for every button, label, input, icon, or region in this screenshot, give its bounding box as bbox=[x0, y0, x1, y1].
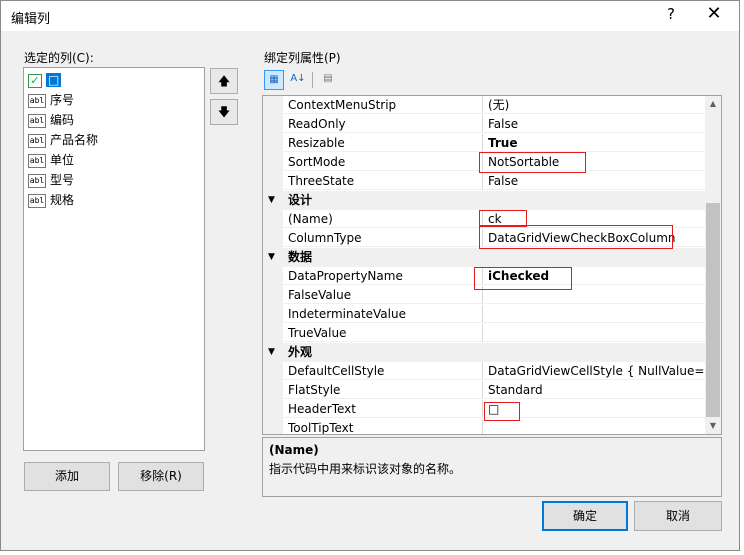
collapse-icon[interactable]: ▼ bbox=[268, 248, 275, 267]
list-item[interactable]: abl 型号 bbox=[28, 171, 74, 189]
property-description-panel: (Name) 指示代码中用来标识该对象的名称。 bbox=[262, 437, 722, 497]
help-icon[interactable]: ? bbox=[661, 5, 681, 27]
list-item-label: □ bbox=[46, 73, 62, 87]
list-item-label: 编码 bbox=[50, 113, 75, 127]
alphabetical-icon[interactable]: A↓ bbox=[288, 70, 308, 90]
property-grid-scrollbar[interactable]: ▲ ▼ bbox=[705, 96, 721, 434]
property-value[interactable] bbox=[484, 324, 706, 342]
list-item-label: 单位 bbox=[50, 153, 75, 167]
selected-columns-label: 选定的列(C): bbox=[24, 51, 94, 65]
property-name: FalseValue bbox=[283, 286, 483, 304]
edit-columns-dialog: 编辑列 ? ✕ 选定的列(C): ✓ □ abl 序号 abl 编码 abl 产品名称 … bbox=[0, 0, 740, 551]
list-item-label: 型号 bbox=[50, 173, 75, 187]
move-down-button[interactable]: 🡇 bbox=[210, 99, 238, 125]
text-column-icon: abl bbox=[28, 193, 46, 208]
property-name: (Name) bbox=[283, 210, 483, 228]
annotation-box bbox=[479, 225, 673, 249]
annotation-box bbox=[484, 402, 520, 421]
collapse-icon[interactable]: ▼ bbox=[268, 343, 275, 362]
property-row[interactable]: FlatStyle Standard bbox=[263, 381, 706, 400]
cancel-button[interactable]: 取消 bbox=[634, 501, 722, 531]
annotation-box bbox=[479, 152, 586, 173]
description-text: 指示代码中用来标识该对象的名称。 bbox=[269, 462, 462, 476]
property-name: ReadOnly bbox=[283, 115, 483, 133]
list-item-checkbox-column[interactable]: ✓ □ bbox=[28, 71, 62, 89]
list-item[interactable]: abl 单位 bbox=[28, 151, 74, 169]
property-grid[interactable]: ContextMenuStrip (无) ReadOnly False Resi… bbox=[262, 95, 722, 435]
property-row[interactable]: ThreeState False bbox=[263, 172, 706, 191]
category-design[interactable]: ▼ 设计 bbox=[263, 191, 706, 210]
text-column-icon: abl bbox=[28, 113, 46, 128]
scroll-down-icon[interactable]: ▼ bbox=[705, 418, 721, 434]
property-value[interactable]: False bbox=[484, 172, 706, 190]
property-name: ToolTipText bbox=[283, 419, 483, 434]
property-row[interactable]: IndeterminateValue bbox=[263, 305, 706, 324]
list-item-label: 序号 bbox=[50, 93, 75, 107]
categorized-icon[interactable]: ▦ bbox=[264, 70, 284, 90]
list-item[interactable]: abl 规格 bbox=[28, 191, 74, 209]
remove-button[interactable]: 移除(R) bbox=[118, 462, 204, 491]
checkbox-column-icon: ✓ bbox=[28, 73, 42, 88]
property-name: ContextMenuStrip bbox=[283, 96, 483, 114]
property-value[interactable]: True bbox=[484, 134, 706, 152]
property-name: FlatStyle bbox=[283, 381, 483, 399]
property-name: HeaderText bbox=[283, 400, 483, 418]
annotation-box bbox=[474, 267, 572, 290]
property-value[interactable]: DataGridViewCellStyle { NullValue=Fal bbox=[484, 362, 706, 380]
text-column-icon: abl bbox=[28, 153, 46, 168]
scroll-thumb[interactable] bbox=[706, 203, 720, 417]
text-column-icon: abl bbox=[28, 93, 46, 108]
description-title: (Name) bbox=[269, 443, 319, 457]
property-value[interactable]: False bbox=[484, 115, 706, 133]
title-bar: 编辑列 ? ✕ bbox=[1, 1, 739, 31]
property-name: ColumnType bbox=[283, 229, 483, 247]
list-item[interactable]: abl 产品名称 bbox=[28, 131, 98, 149]
window-title: 编辑列 bbox=[11, 12, 51, 27]
toolbar-separator bbox=[312, 72, 313, 88]
property-value[interactable]: (无) bbox=[484, 96, 706, 114]
scroll-up-icon[interactable]: ▲ bbox=[705, 96, 721, 112]
property-row[interactable]: TrueValue bbox=[263, 324, 706, 343]
category-data[interactable]: ▼ 数据 bbox=[263, 248, 706, 267]
category-label: 设计 bbox=[288, 193, 313, 207]
close-icon[interactable]: ✕ bbox=[701, 3, 727, 27]
text-column-icon: abl bbox=[28, 173, 46, 188]
ok-button[interactable]: 确定 bbox=[542, 501, 628, 531]
property-grid-toolbar: ▦ A↓ ▤ bbox=[262, 69, 722, 93]
property-value[interactable]: Standard bbox=[484, 381, 706, 399]
property-row[interactable]: ToolTipText bbox=[263, 419, 706, 434]
category-appearance[interactable]: ▼ 外观 bbox=[263, 343, 706, 362]
property-value[interactable] bbox=[484, 305, 706, 323]
property-name: DefaultCellStyle bbox=[283, 362, 483, 380]
category-label: 外观 bbox=[288, 345, 313, 359]
property-name: DataPropertyName bbox=[283, 267, 483, 285]
property-row[interactable]: ContextMenuStrip (无) bbox=[263, 96, 706, 115]
move-up-button[interactable]: 🡅 bbox=[210, 68, 238, 94]
property-row[interactable]: ReadOnly False bbox=[263, 115, 706, 134]
list-item-label: 产品名称 bbox=[50, 133, 99, 147]
property-name: ThreeState bbox=[283, 172, 483, 190]
list-item[interactable]: abl 序号 bbox=[28, 91, 74, 109]
list-item[interactable]: abl 编码 bbox=[28, 111, 74, 129]
arrow-up-icon: 🡅 bbox=[217, 74, 231, 88]
property-value[interactable] bbox=[484, 419, 706, 434]
text-column-icon: abl bbox=[28, 133, 46, 148]
bound-column-properties-label: 绑定列属性(P) bbox=[264, 51, 341, 65]
property-name: Resizable bbox=[283, 134, 483, 152]
add-button[interactable]: 添加 bbox=[24, 462, 110, 491]
property-name: SortMode bbox=[283, 153, 483, 171]
category-label: 数据 bbox=[288, 250, 313, 264]
selected-columns-list[interactable]: ✓ □ abl 序号 abl 编码 abl 产品名称 abl 单位 abl 型号 abl 规格 bbox=[23, 67, 205, 451]
property-row[interactable]: DefaultCellStyle DataGridViewCellStyle {… bbox=[263, 362, 706, 381]
property-row[interactable]: Resizable True bbox=[263, 134, 706, 153]
collapse-icon[interactable]: ▼ bbox=[268, 191, 275, 210]
property-pages-icon[interactable]: ▤ bbox=[318, 70, 338, 90]
list-item-label: 规格 bbox=[50, 193, 75, 207]
arrow-down-icon: 🡇 bbox=[217, 105, 231, 119]
property-name: IndeterminateValue bbox=[283, 305, 483, 323]
property-name: TrueValue bbox=[283, 324, 483, 342]
